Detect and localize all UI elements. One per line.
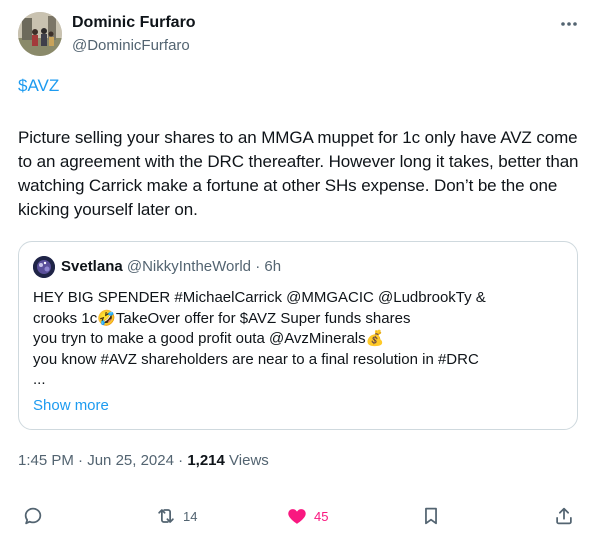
retweet-button[interactable]: 14: [155, 504, 197, 528]
views-label: Views: [229, 452, 269, 469]
quote-author-handle[interactable]: @NikkyIntheWorld: [127, 258, 251, 275]
quote-header: Svetlana @NikkyIntheWorld · 6h: [61, 258, 281, 275]
quote-text: HEY BIG SPENDER #MichaelCarrick @MMGACIC…: [33, 289, 486, 388]
quoted-tweet[interactable]: Svetlana @NikkyIntheWorld · 6h HEY BIG S…: [18, 241, 578, 430]
more-icon: [561, 22, 577, 26]
author-name[interactable]: Dominic Furfaro: [72, 14, 196, 32]
author-avatar[interactable]: [18, 12, 62, 56]
share-icon: [556, 507, 572, 525]
show-more-link[interactable]: Show more: [33, 397, 109, 414]
timestamp-separator: ·: [78, 452, 84, 469]
like-button[interactable]: 45: [286, 504, 328, 528]
views-count: 1,214: [187, 452, 225, 469]
post-text: Picture selling your shares to an MMGA m…: [18, 128, 579, 219]
heart-filled-icon: [288, 509, 306, 524]
timestamp-separator: ·: [178, 452, 184, 469]
quote-separator: ·: [255, 258, 261, 275]
quote-author-name[interactable]: Svetlana: [61, 258, 123, 275]
quote-author-avatar[interactable]: [33, 256, 55, 278]
action-bar: 14 45: [0, 500, 598, 532]
share-button[interactable]: [553, 504, 575, 528]
more-options-button[interactable]: [558, 14, 580, 34]
like-count: 45: [314, 508, 329, 524]
bookmark-button[interactable]: [420, 504, 442, 528]
post-date[interactable]: Jun 25, 2024: [87, 452, 174, 469]
author-handle[interactable]: @DominicFurfaro: [72, 37, 190, 54]
tweet: Dominic Furfaro @DominicFurfaro $AVZ Pic…: [0, 0, 598, 542]
quote-age[interactable]: 6h: [264, 258, 281, 275]
retweet-icon: [158, 509, 174, 523]
bookmark-icon: [425, 507, 437, 525]
post-time[interactable]: 1:45 PM: [18, 452, 74, 469]
retweet-count: 14: [183, 508, 198, 524]
cashtag-link[interactable]: $AVZ: [18, 76, 59, 96]
reply-button[interactable]: [22, 504, 44, 528]
post-timestamp: 1:45 PM · Jun 25, 2024 · 1,214 Views: [18, 452, 269, 469]
reply-icon: [24, 507, 42, 525]
